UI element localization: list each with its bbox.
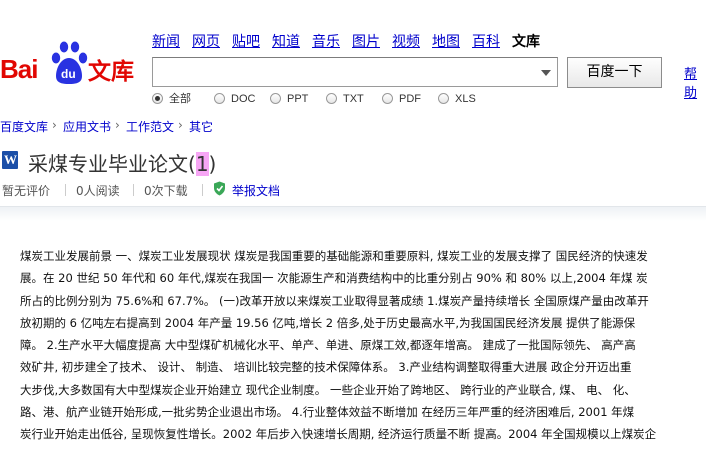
body-line: 效矿井, 初步建全了技术、 设计、 制造、 培训比较完整的技术保障体系。 3.产… [20,360,632,375]
radio-icon [382,93,393,104]
title-highlight: 1 [195,152,209,176]
paw-icon: du [51,41,88,84]
filter-label: 全部 [169,92,191,105]
logo-wenku-text: 文库 [88,58,134,84]
breadcrumb-separator: › [52,118,57,132]
body-line: 所占的比例分别为 75.6%和 67.7%。 (一)改革开放以来煤炭工业取得显著… [20,293,649,308]
nav-item-wenku-current: 文库 [512,34,540,50]
radio-icon [326,93,337,104]
body-line: 炭行业开始走出低谷, 呈现恢复性增长。2002 年后步入快速增长周期, 经济运行… [20,427,657,442]
filter-label: DOC [231,93,256,105]
filter-label: TXT [343,93,364,105]
nav-item-news[interactable]: 新闻 [152,31,180,51]
word-doc-icon: W [2,151,18,169]
search-input[interactable] [152,57,558,87]
body-line: 障。 2.生产水平大幅度提高 大中型煤矿机械化水平、单产、单进、原煤工效,都逐年… [20,338,636,353]
content-divider [0,206,706,221]
nav-item-video[interactable]: 视频 [392,31,420,51]
nav-item-map[interactable]: 地图 [432,31,460,51]
body-line: 路、港、航产业链开始形成,一批劣势企业退出市场。 4.行业整体效益不断增加 在经… [20,405,635,420]
page-title: 采煤专业毕业论文(1) [28,148,216,177]
nav-item-tieba[interactable]: 贴吧 [232,31,260,51]
radio-icon [214,93,225,104]
filter-label: PPT [287,93,309,105]
logo-du-text: du [61,67,76,81]
meta-divider [202,184,203,196]
logo-bai-text: Bai [0,54,38,84]
download-count: 0次下载 [144,184,188,198]
nav-item-baike[interactable]: 百科 [472,31,500,51]
radio-checked-icon [152,93,163,104]
read-count: 0人阅读 [76,184,120,198]
word-doc-letter: W [4,152,17,167]
breadcrumb-work-samples[interactable]: 工作范文 [126,118,174,135]
dropdown-arrow-icon[interactable] [541,70,551,76]
radio-icon [270,93,281,104]
body-line: 煤炭工业发展前景 一、煤炭工业发展现状 煤炭是我国重要的基础能源和重要原料, 煤… [20,249,648,263]
baidu-wenku-logo[interactable]: Bai du 文库 [0,38,142,88]
document-body: 煤炭工业发展前景 一、煤炭工业发展现状 煤炭是我国重要的基础能源和重要原料, 煤… [20,245,696,449]
body-line: 大步伐,大多数国有大中型煤炭企业开始建立 现代企业制度。 一些企业开始了跨地区、… [20,382,636,397]
breadcrumb-separator: › [178,118,183,132]
nav-item-zhidao[interactable]: 知道 [272,31,300,51]
breadcrumb-applied-docs[interactable]: 应用文书 [63,118,111,135]
nav-item-music[interactable]: 音乐 [312,31,340,51]
help-link[interactable]: 帮助 [684,63,706,101]
filter-label: XLS [455,93,476,105]
rating-text: 暂无评价 [2,184,51,198]
nav-item-images[interactable]: 图片 [352,31,380,51]
title-text: 采煤专业毕业论文( [28,152,196,176]
shield-icon [214,181,225,196]
report-document-link[interactable]: 举报文档 [232,182,280,199]
breadcrumb-wenku[interactable]: 百度文库 [0,118,48,135]
filter-label: PDF [399,93,421,105]
nav-item-web[interactable]: 网页 [192,31,220,51]
search-button[interactable]: 百度一下 [567,57,662,88]
meta-divider [65,184,66,196]
breadcrumb-other[interactable]: 其它 [189,118,213,135]
meta-divider [133,184,134,196]
body-line: 放初期的 6 亿吨左右提高到 2004 年产量 19.56 亿吨,增长 2 倍多… [20,315,636,330]
radio-icon [438,93,449,104]
title-text-end: ) [208,152,217,176]
body-line: 展。在 20 世纪 50 年代和 60 年代,煤炭在我国一 次能源生产和消费结构… [20,271,648,286]
breadcrumb-separator: › [115,118,120,132]
